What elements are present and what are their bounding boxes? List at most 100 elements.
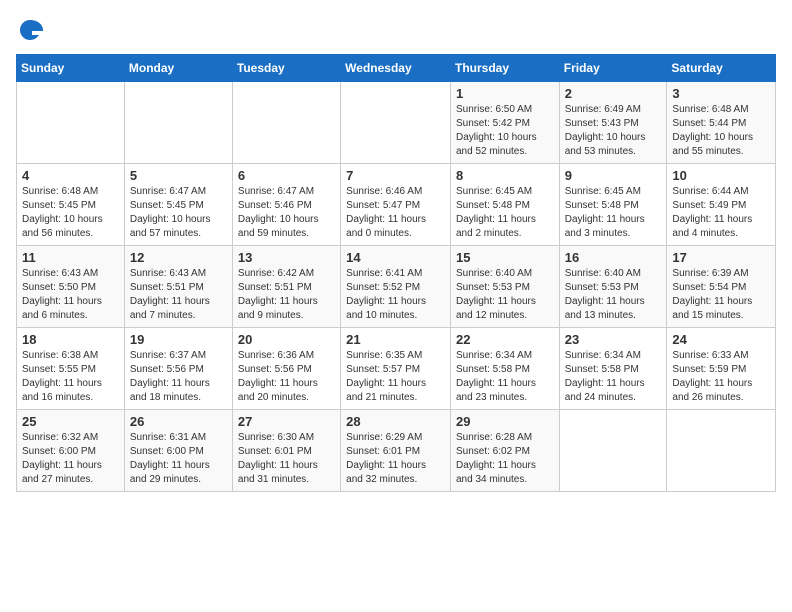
week-row-2: 4Sunrise: 6:48 AM Sunset: 5:45 PM Daylig… bbox=[17, 164, 776, 246]
calendar-cell: 21 Sunrise: 6:35 AM Sunset: 5:57 PM Dayli… bbox=[341, 328, 451, 410]
page-header bbox=[16, 16, 776, 44]
day-number: 12 bbox=[130, 250, 227, 265]
calendar-cell: 23Sunrise: 6:34 AM Sunset: 5:58 PM Dayli… bbox=[559, 328, 667, 410]
day-info: Sunrise: 6:47 AM Sunset: 5:46 PM Dayligh… bbox=[238, 185, 335, 241]
day-header-sunday: Sunday bbox=[17, 55, 125, 82]
calendar-cell: 11Sunrise: 6:43 AM Sunset: 5:50 PM Dayli… bbox=[17, 246, 125, 328]
header-row: SundayMondayTuesdayWednesdayThursdayFrid… bbox=[17, 55, 776, 82]
calendar-cell: 12 Sunrise: 6:43 AM Sunset: 5:51 PM Dayli… bbox=[124, 246, 232, 328]
day-header-friday: Friday bbox=[559, 55, 667, 82]
day-info: Sunrise: 6:36 AM Sunset: 5:56 PM Dayligh… bbox=[238, 349, 335, 405]
day-info: Sunrise: 6:40 AM Sunset: 5:53 PM Dayligh… bbox=[565, 267, 662, 323]
day-number: 15 bbox=[456, 250, 554, 265]
day-info: Sunrise: 6:40 AM Sunset: 5:53 PM Dayligh… bbox=[456, 267, 554, 323]
day-info: Sunrise: 6:47 AM Sunset: 5:45 PM Dayligh… bbox=[130, 185, 227, 241]
day-number: 9 bbox=[565, 168, 662, 183]
calendar-cell bbox=[124, 82, 232, 164]
calendar-body: 1 Sunrise: 6:50 AM Sunset: 5:42 PM Daylig… bbox=[17, 82, 776, 492]
day-info: Sunrise: 6:45 AM Sunset: 5:48 PM Dayligh… bbox=[456, 185, 554, 241]
day-number: 7 bbox=[346, 168, 445, 183]
calendar-cell: 22 Sunrise: 6:34 AM Sunset: 5:58 PM Dayli… bbox=[450, 328, 559, 410]
day-info: Sunrise: 6:39 AM Sunset: 5:54 PM Dayligh… bbox=[672, 267, 770, 323]
day-info: Sunrise: 6:45 AM Sunset: 5:48 PM Dayligh… bbox=[565, 185, 662, 241]
calendar-cell: 24 Sunrise: 6:33 AM Sunset: 5:59 PM Dayli… bbox=[667, 328, 776, 410]
calendar-cell: 13 Sunrise: 6:42 AM Sunset: 5:51 PM Dayli… bbox=[232, 246, 340, 328]
day-info: Sunrise: 6:38 AM Sunset: 5:55 PM Dayligh… bbox=[22, 349, 119, 405]
day-header-saturday: Saturday bbox=[667, 55, 776, 82]
calendar-cell: 26 Sunrise: 6:31 AM Sunset: 6:00 PM Dayli… bbox=[124, 410, 232, 492]
day-info: Sunrise: 6:34 AM Sunset: 5:58 PM Dayligh… bbox=[456, 349, 554, 405]
day-info: Sunrise: 6:34 AM Sunset: 5:58 PM Dayligh… bbox=[565, 349, 662, 405]
day-number: 26 bbox=[130, 414, 227, 429]
day-number: 18 bbox=[22, 332, 119, 347]
logo bbox=[16, 16, 48, 44]
day-info: Sunrise: 6:44 AM Sunset: 5:49 PM Dayligh… bbox=[672, 185, 770, 241]
day-number: 14 bbox=[346, 250, 445, 265]
day-number: 8 bbox=[456, 168, 554, 183]
calendar-cell: 8 Sunrise: 6:45 AM Sunset: 5:48 PM Daylig… bbox=[450, 164, 559, 246]
day-info: Sunrise: 6:41 AM Sunset: 5:52 PM Dayligh… bbox=[346, 267, 445, 323]
calendar-cell: 16 Sunrise: 6:40 AM Sunset: 5:53 PM Dayli… bbox=[559, 246, 667, 328]
day-info: Sunrise: 6:32 AM Sunset: 6:00 PM Dayligh… bbox=[22, 431, 119, 487]
calendar-cell: 17 Sunrise: 6:39 AM Sunset: 5:54 PM Dayli… bbox=[667, 246, 776, 328]
day-info: Sunrise: 6:31 AM Sunset: 6:00 PM Dayligh… bbox=[130, 431, 227, 487]
calendar-cell: 10 Sunrise: 6:44 AM Sunset: 5:49 PM Dayli… bbox=[667, 164, 776, 246]
day-info: Sunrise: 6:30 AM Sunset: 6:01 PM Dayligh… bbox=[238, 431, 335, 487]
calendar-cell bbox=[341, 82, 451, 164]
calendar-cell: 1 Sunrise: 6:50 AM Sunset: 5:42 PM Daylig… bbox=[450, 82, 559, 164]
day-number: 20 bbox=[238, 332, 335, 347]
calendar-cell: 19 Sunrise: 6:37 AM Sunset: 5:56 PM Dayli… bbox=[124, 328, 232, 410]
calendar-table: SundayMondayTuesdayWednesdayThursdayFrid… bbox=[16, 54, 776, 492]
calendar-cell bbox=[559, 410, 667, 492]
day-number: 21 bbox=[346, 332, 445, 347]
day-info: Sunrise: 6:33 AM Sunset: 5:59 PM Dayligh… bbox=[672, 349, 770, 405]
calendar-cell: 28 Sunrise: 6:29 AM Sunset: 6:01 PM Dayli… bbox=[341, 410, 451, 492]
day-info: Sunrise: 6:28 AM Sunset: 6:02 PM Dayligh… bbox=[456, 431, 554, 487]
day-number: 29 bbox=[456, 414, 554, 429]
day-info: Sunrise: 6:42 AM Sunset: 5:51 PM Dayligh… bbox=[238, 267, 335, 323]
calendar-cell: 5 Sunrise: 6:47 AM Sunset: 5:45 PM Daylig… bbox=[124, 164, 232, 246]
calendar-cell: 14 Sunrise: 6:41 AM Sunset: 5:52 PM Dayli… bbox=[341, 246, 451, 328]
day-header-tuesday: Tuesday bbox=[232, 55, 340, 82]
day-info: Sunrise: 6:48 AM Sunset: 5:45 PM Dayligh… bbox=[22, 185, 119, 241]
day-info: Sunrise: 6:35 AM Sunset: 5:57 PM Dayligh… bbox=[346, 349, 445, 405]
logo-icon bbox=[16, 16, 44, 44]
day-number: 24 bbox=[672, 332, 770, 347]
day-info: Sunrise: 6:49 AM Sunset: 5:43 PM Dayligh… bbox=[565, 103, 662, 159]
day-number: 1 bbox=[456, 86, 554, 101]
day-info: Sunrise: 6:48 AM Sunset: 5:44 PM Dayligh… bbox=[672, 103, 770, 159]
calendar-cell: 15 Sunrise: 6:40 AM Sunset: 5:53 PM Dayli… bbox=[450, 246, 559, 328]
calendar-header: SundayMondayTuesdayWednesdayThursdayFrid… bbox=[17, 55, 776, 82]
calendar-cell bbox=[667, 410, 776, 492]
day-number: 22 bbox=[456, 332, 554, 347]
calendar-cell: 6Sunrise: 6:47 AM Sunset: 5:46 PM Daylig… bbox=[232, 164, 340, 246]
day-info: Sunrise: 6:50 AM Sunset: 5:42 PM Dayligh… bbox=[456, 103, 554, 159]
week-row-3: 11Sunrise: 6:43 AM Sunset: 5:50 PM Dayli… bbox=[17, 246, 776, 328]
calendar-cell: 29 Sunrise: 6:28 AM Sunset: 6:02 PM Dayli… bbox=[450, 410, 559, 492]
day-number: 16 bbox=[565, 250, 662, 265]
day-number: 27 bbox=[238, 414, 335, 429]
calendar-cell: 4Sunrise: 6:48 AM Sunset: 5:45 PM Daylig… bbox=[17, 164, 125, 246]
day-info: Sunrise: 6:46 AM Sunset: 5:47 PM Dayligh… bbox=[346, 185, 445, 241]
day-number: 3 bbox=[672, 86, 770, 101]
day-number: 13 bbox=[238, 250, 335, 265]
day-number: 17 bbox=[672, 250, 770, 265]
week-row-4: 18 Sunrise: 6:38 AM Sunset: 5:55 PM Dayli… bbox=[17, 328, 776, 410]
week-row-5: 25 Sunrise: 6:32 AM Sunset: 6:00 PM Dayli… bbox=[17, 410, 776, 492]
calendar-cell: 27 Sunrise: 6:30 AM Sunset: 6:01 PM Dayli… bbox=[232, 410, 340, 492]
day-number: 25 bbox=[22, 414, 119, 429]
day-number: 28 bbox=[346, 414, 445, 429]
day-number: 2 bbox=[565, 86, 662, 101]
day-number: 10 bbox=[672, 168, 770, 183]
day-number: 19 bbox=[130, 332, 227, 347]
calendar-cell: 9 Sunrise: 6:45 AM Sunset: 5:48 PM Daylig… bbox=[559, 164, 667, 246]
day-number: 5 bbox=[130, 168, 227, 183]
calendar-cell: 7 Sunrise: 6:46 AM Sunset: 5:47 PM Daylig… bbox=[341, 164, 451, 246]
day-info: Sunrise: 6:37 AM Sunset: 5:56 PM Dayligh… bbox=[130, 349, 227, 405]
calendar-cell: 18 Sunrise: 6:38 AM Sunset: 5:55 PM Dayli… bbox=[17, 328, 125, 410]
day-info: Sunrise: 6:29 AM Sunset: 6:01 PM Dayligh… bbox=[346, 431, 445, 487]
day-info: Sunrise: 6:43 AM Sunset: 5:51 PM Dayligh… bbox=[130, 267, 227, 323]
calendar-cell: 3 Sunrise: 6:48 AM Sunset: 5:44 PM Daylig… bbox=[667, 82, 776, 164]
calendar-cell: 25 Sunrise: 6:32 AM Sunset: 6:00 PM Dayli… bbox=[17, 410, 125, 492]
calendar-cell: 20 Sunrise: 6:36 AM Sunset: 5:56 PM Dayli… bbox=[232, 328, 340, 410]
